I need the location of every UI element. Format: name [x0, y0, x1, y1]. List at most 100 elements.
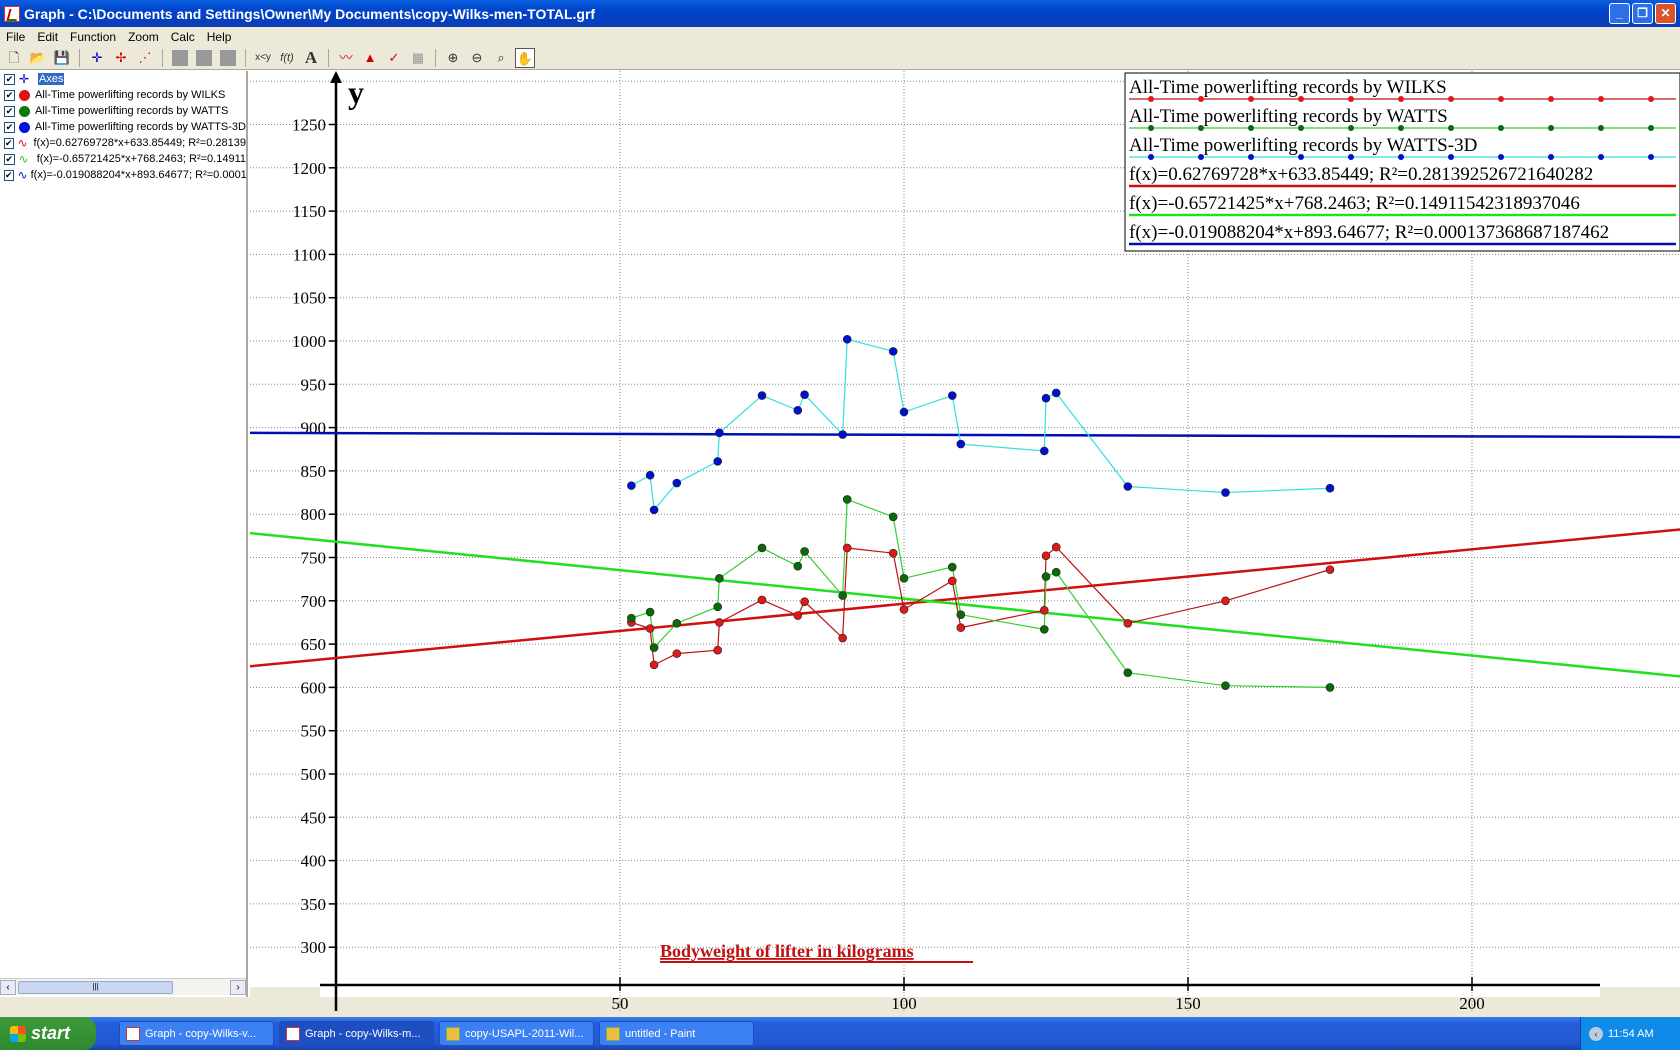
table-icon[interactable]: ▦: [408, 48, 428, 68]
menu-edit[interactable]: Edit: [31, 30, 64, 44]
relation-button[interactable]: x<y: [253, 48, 273, 68]
data-point: [757, 543, 767, 553]
y-tick-label: 600: [301, 678, 327, 697]
scroll-thumb[interactable]: |||: [18, 980, 173, 994]
data-point: [1039, 625, 1049, 634]
data-point: [713, 645, 722, 655]
data-point: [1325, 565, 1335, 574]
hand-pan-icon[interactable]: ✋: [515, 47, 535, 68]
data-point: [757, 595, 767, 605]
paint-app-icon: [446, 1026, 460, 1041]
disabled-tool-icon: [220, 49, 236, 66]
x-tick-label: 50: [612, 994, 629, 1011]
data-point: [1123, 619, 1133, 628]
legend-marker: [1398, 154, 1404, 160]
data-point: [757, 391, 767, 400]
label-button[interactable]: A: [301, 48, 321, 68]
visibility-checkbox[interactable]: ✔: [4, 153, 15, 165]
y-tick-label: 800: [301, 505, 327, 524]
data-point: [1041, 393, 1051, 403]
tangent-icon[interactable]: ✓: [384, 48, 404, 68]
visibility-checkbox[interactable]: ✔: [4, 105, 15, 117]
menu-zoom[interactable]: Zoom: [122, 30, 165, 44]
data-point: [947, 576, 957, 586]
taskbar-item[interactable]: Graph - copy-Wilks-m...: [279, 1021, 434, 1046]
y-tick-label: 1150: [293, 202, 326, 221]
menu-calc[interactable]: Calc: [165, 30, 201, 44]
legend-marker: [1298, 154, 1304, 160]
axes-icon: ✛: [19, 72, 30, 86]
function-list-item[interactable]: ✔ ✛ Axes: [0, 71, 246, 87]
visibility-checkbox[interactable]: ✔: [4, 121, 15, 133]
taskbar-item[interactable]: untitled - Paint: [599, 1021, 754, 1046]
legend-marker: [1298, 96, 1304, 102]
y-tick-label: 900: [301, 419, 327, 438]
legend-marker: [1348, 154, 1354, 160]
data-point: [1123, 482, 1133, 491]
visibility-checkbox[interactable]: ✔: [4, 73, 15, 85]
y-tick-label: 1100: [293, 245, 326, 264]
legend-marker: [1648, 125, 1654, 131]
close-button[interactable]: ✕: [1655, 3, 1676, 24]
zoom-out-icon[interactable]: ⊖: [467, 48, 487, 68]
sidebar-horizontal-scrollbar[interactable]: ‹ ||| ›: [0, 978, 246, 995]
data-point: [888, 548, 898, 558]
trendline-icon[interactable]: 〰: [336, 48, 356, 68]
shading-icon[interactable]: ▲: [360, 48, 380, 68]
legend-marker: [1498, 154, 1504, 160]
function-list-label: Axes: [38, 73, 65, 85]
visibility-checkbox[interactable]: ✔: [4, 169, 14, 181]
save-icon[interactable]: 💾: [52, 48, 72, 68]
function-list-item[interactable]: ✔ All-Time powerlifting records by WILKS: [0, 87, 246, 103]
data-point: [793, 405, 803, 415]
insert-function-icon[interactable]: ✢: [111, 48, 131, 68]
legend-marker: [1398, 125, 1404, 131]
point-series-icon[interactable]: ⋰: [135, 48, 155, 68]
menu-function[interactable]: Function: [64, 30, 122, 44]
scroll-left-button[interactable]: ‹: [0, 979, 16, 995]
data-point: [956, 610, 966, 619]
data-point: [956, 439, 966, 449]
function-curve-icon: ∿: [17, 136, 28, 150]
data-point: [888, 512, 898, 522]
scroll-right-button[interactable]: ›: [230, 979, 246, 995]
trendline: [250, 528, 1680, 668]
y-tick-label: 350: [301, 895, 327, 914]
show-hidden-icons-icon[interactable]: ‹: [1589, 1026, 1603, 1041]
axes-icon[interactable]: ✛: [87, 48, 107, 68]
function-list-item[interactable]: ✔ ∿ f(x)=-0.65721425*x+768.2463; R²=0.1491…: [0, 151, 246, 167]
taskbar-item[interactable]: copy-USAPL-2011-Wil...: [439, 1021, 594, 1046]
series-line: [631, 338, 1331, 512]
trendline: [250, 431, 1680, 439]
data-point: [899, 573, 909, 583]
function-list-item[interactable]: ✔ All-Time powerlifting records by WATTS-…: [0, 119, 246, 135]
data-point: [672, 649, 682, 658]
taskbar-item[interactable]: Graph - copy-Wilks-v...: [119, 1021, 274, 1046]
zoom-square-icon[interactable]: ⌕: [491, 48, 511, 68]
open-folder-icon[interactable]: 📂: [28, 48, 48, 68]
restore-button[interactable]: ❐: [1632, 3, 1653, 24]
new-file-icon[interactable]: 🗋: [4, 48, 24, 68]
y-tick-label: 400: [301, 852, 327, 871]
data-point: [793, 561, 803, 571]
graph-canvas[interactable]: 300 350 400 450 500 550 600 650 700 750 800 850 900 9…: [250, 71, 1680, 1011]
legend-marker: [1648, 154, 1654, 160]
function-button[interactable]: f(t): [277, 48, 297, 68]
graph-app-icon: [126, 1026, 140, 1041]
x-tick-label: 100: [891, 994, 917, 1011]
start-button[interactable]: start: [0, 1017, 96, 1050]
visibility-checkbox[interactable]: ✔: [4, 137, 14, 149]
legend-marker: [1548, 96, 1554, 102]
legend-marker: [1298, 125, 1304, 131]
zoom-in-icon[interactable]: ⊕: [443, 48, 463, 68]
data-point: [713, 457, 722, 466]
function-list-item[interactable]: ✔ ∿ f(x)=-0.019088204*x+893.64677; R²=0.00…: [0, 167, 246, 183]
visibility-checkbox[interactable]: ✔: [4, 89, 15, 101]
minimize-button[interactable]: _: [1609, 3, 1630, 24]
function-list-item[interactable]: ✔ All-Time powerlifting records by WATTS: [0, 103, 246, 119]
menu-bar: File Edit Function Zoom Calc Help: [0, 27, 1680, 46]
legend-marker: [1148, 125, 1154, 131]
menu-file[interactable]: File: [0, 30, 31, 44]
menu-help[interactable]: Help: [201, 30, 238, 44]
function-list-item[interactable]: ✔ ∿ f(x)=0.62769728*x+633.85449; R²=0.2813…: [0, 135, 246, 151]
